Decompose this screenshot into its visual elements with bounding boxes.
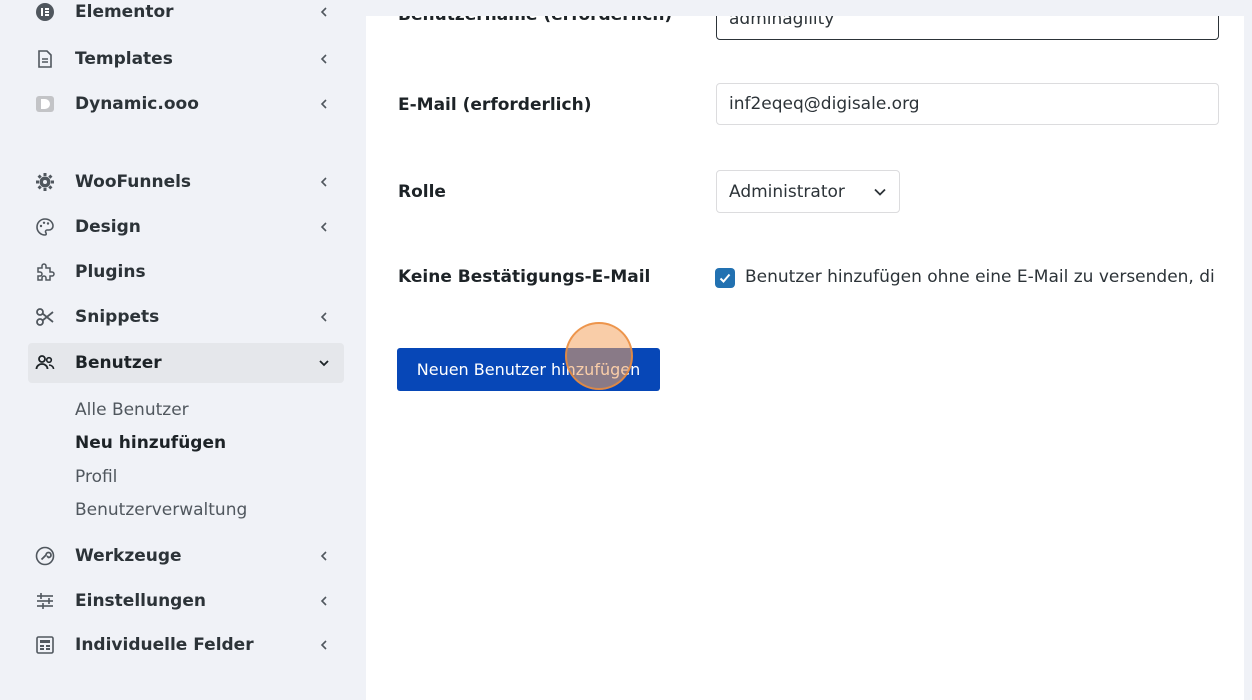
right-edge — [1244, 16, 1252, 700]
no-notification-checkbox[interactable] — [715, 268, 735, 288]
sidebar-item-label: Templates — [75, 49, 173, 69]
chevron-down-icon — [318, 357, 330, 369]
no-notification-text: Benutzer hinzufügen ohne eine E-Mail zu … — [745, 267, 1215, 287]
chevron-down-icon — [874, 188, 886, 196]
sidebar-item-label: WooFunnels — [75, 172, 192, 192]
chevron-left-icon — [318, 595, 330, 607]
chevron-left-icon — [318, 176, 330, 188]
submenu-alle-benutzer[interactable]: Alle Benutzer — [75, 400, 189, 420]
wrench-icon — [34, 545, 56, 567]
checkmark-icon — [719, 273, 731, 283]
sidebar-item-label: Design — [75, 217, 141, 237]
sidebar-item-label: Benutzer — [75, 353, 162, 373]
gear-icon — [34, 171, 56, 193]
sidebar-item-label: Einstellungen — [75, 591, 206, 611]
no-notification-label: Keine Bestätigungs-E-Mail — [398, 267, 651, 287]
email-label: E-Mail (erforderlich) — [398, 95, 592, 115]
sidebar-item-benutzer[interactable]: Benutzer — [28, 343, 344, 383]
document-icon — [34, 48, 56, 70]
role-label: Rolle — [398, 182, 446, 202]
submenu-benutzerverwaltung[interactable]: Benutzerverwaltung — [75, 500, 247, 520]
role-select[interactable]: Administrator — [716, 170, 900, 213]
username-label: Benutzername (erforderlich) — [398, 16, 672, 25]
scissors-icon — [34, 306, 56, 328]
submenu-neu-hinzufuegen[interactable]: Neu hinzufügen — [75, 433, 226, 453]
submenu-profil[interactable]: Profil — [75, 467, 117, 487]
plugin-icon — [34, 261, 56, 283]
role-value: Administrator — [729, 181, 845, 202]
email-value: inf2eqeq@digisale.org — [729, 94, 920, 114]
email-input[interactable]: inf2eqeq@digisale.org — [716, 83, 1219, 125]
sidebar-item-label: Werkzeuge — [75, 546, 182, 566]
sidebar-item-design[interactable]: Design — [28, 207, 344, 247]
elementor-icon — [34, 1, 56, 23]
chevron-left-icon — [318, 221, 330, 233]
add-new-user-button[interactable]: Neuen Benutzer hinzufügen — [397, 348, 660, 391]
sliders-icon — [34, 590, 56, 612]
users-icon — [34, 352, 56, 374]
chevron-left-icon — [318, 639, 330, 651]
sidebar-item-label: Dynamic.ooo — [75, 94, 199, 114]
sidebar-item-label: Snippets — [75, 307, 160, 327]
sidebar-item-einstellungen[interactable]: Einstellungen — [28, 581, 344, 621]
sidebar-item-label: Individuelle Felder — [75, 635, 254, 655]
sidebar-item-label: Plugins — [75, 262, 146, 282]
palette-icon — [34, 216, 56, 238]
sidebar-item-werkzeuge[interactable]: Werkzeuge — [28, 536, 344, 576]
dynamic-icon — [34, 93, 56, 115]
chevron-left-icon — [318, 550, 330, 562]
sidebar-item-individuelle-felder[interactable]: Individuelle Felder — [28, 625, 344, 665]
sidebar-item-woofunnels[interactable]: WooFunnels — [28, 162, 344, 202]
chevron-left-icon — [318, 53, 330, 65]
sidebar-item-snippets[interactable]: Snippets — [28, 297, 344, 337]
sidebar-item-templates[interactable]: Templates — [28, 39, 344, 79]
add-user-form: Benutzername (erforderlich) adminagility… — [366, 16, 1244, 700]
chevron-left-icon — [318, 98, 330, 110]
username-input[interactable]: adminagility — [716, 16, 1219, 40]
sidebar-item-plugins[interactable]: Plugins — [28, 252, 344, 292]
username-value: adminagility — [729, 16, 835, 29]
sidebar-item-dynamic[interactable]: Dynamic.ooo — [28, 84, 344, 124]
sidebar-item-elementor[interactable]: Elementor — [28, 0, 344, 32]
fields-icon — [34, 634, 56, 656]
chevron-left-icon — [318, 6, 330, 18]
sidebar-item-label: Elementor — [75, 2, 174, 22]
chevron-left-icon — [318, 311, 330, 323]
admin-sidebar: Elementor Templates Dynamic.ooo WooFunne… — [0, 0, 366, 700]
